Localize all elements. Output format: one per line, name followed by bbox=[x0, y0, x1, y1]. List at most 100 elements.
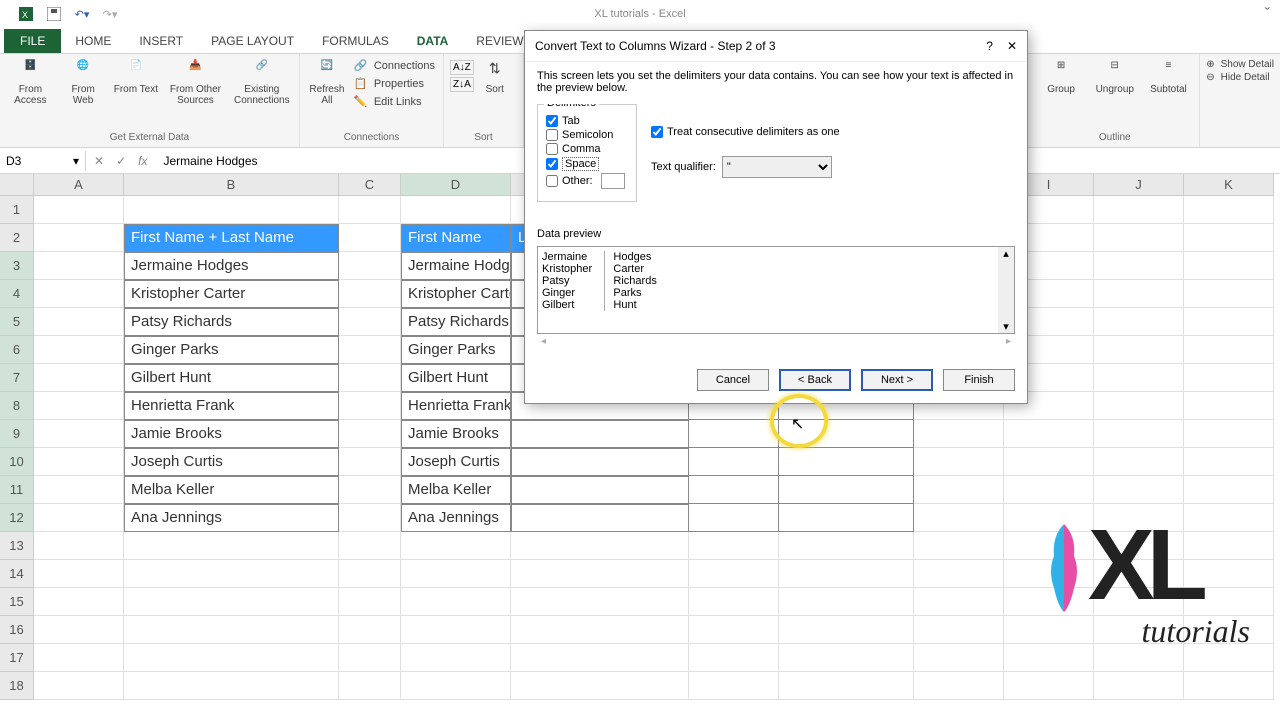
cell[interactable] bbox=[124, 532, 339, 560]
cell[interactable] bbox=[34, 560, 124, 588]
cell[interactable] bbox=[339, 280, 401, 308]
cell[interactable] bbox=[401, 532, 511, 560]
cell[interactable] bbox=[1094, 252, 1184, 280]
space-checkbox[interactable] bbox=[546, 158, 558, 170]
cell[interactable] bbox=[779, 644, 914, 672]
fx-icon[interactable]: fx bbox=[138, 154, 147, 168]
col-header-a[interactable]: A bbox=[34, 174, 124, 196]
cell[interactable] bbox=[339, 672, 401, 700]
cell[interactable] bbox=[1094, 364, 1184, 392]
cell[interactable]: Gilbert Hunt bbox=[124, 364, 339, 392]
finish-button[interactable]: Finish bbox=[943, 369, 1015, 391]
cell[interactable] bbox=[34, 224, 124, 252]
cell[interactable] bbox=[34, 672, 124, 700]
cell[interactable] bbox=[1184, 224, 1274, 252]
cell[interactable] bbox=[1184, 196, 1274, 224]
row-header[interactable]: 11 bbox=[0, 476, 34, 504]
cell[interactable] bbox=[511, 644, 689, 672]
cell[interactable] bbox=[339, 476, 401, 504]
cell[interactable] bbox=[511, 588, 689, 616]
cell[interactable] bbox=[914, 644, 1004, 672]
comma-checkbox[interactable] bbox=[546, 143, 558, 155]
cell[interactable] bbox=[914, 476, 1004, 504]
from-access-button[interactable]: 🗄️From Access bbox=[6, 58, 55, 108]
preview-scroll-right-icon[interactable]: ▸ bbox=[1006, 336, 1011, 347]
cell[interactable] bbox=[34, 336, 124, 364]
cell[interactable] bbox=[34, 616, 124, 644]
cell[interactable] bbox=[34, 420, 124, 448]
cell[interactable] bbox=[779, 672, 914, 700]
cell[interactable] bbox=[689, 448, 779, 476]
row-header[interactable]: 6 bbox=[0, 336, 34, 364]
cell[interactable] bbox=[779, 504, 914, 532]
cell[interactable]: Kristopher Carter bbox=[401, 280, 511, 308]
cell[interactable] bbox=[689, 420, 779, 448]
cell[interactable] bbox=[779, 560, 914, 588]
subtotal-button[interactable]: ≡Subtotal bbox=[1144, 58, 1194, 97]
col-header-c[interactable]: C bbox=[339, 174, 401, 196]
redo-icon[interactable]: ↷▾ bbox=[102, 6, 118, 22]
cell[interactable] bbox=[339, 616, 401, 644]
cell[interactable] bbox=[34, 476, 124, 504]
cell[interactable] bbox=[124, 616, 339, 644]
cell[interactable] bbox=[914, 616, 1004, 644]
cell[interactable]: Jermaine Hodges bbox=[401, 252, 511, 280]
tab-home[interactable]: HOME bbox=[61, 29, 125, 53]
cell[interactable] bbox=[1004, 476, 1094, 504]
cell[interactable]: Ginger Parks bbox=[124, 336, 339, 364]
cell[interactable]: Ginger Parks bbox=[401, 336, 511, 364]
group-button[interactable]: ⊞Group bbox=[1036, 58, 1086, 97]
cell[interactable] bbox=[339, 392, 401, 420]
other-delimiter-input[interactable] bbox=[601, 173, 625, 189]
cell[interactable]: Patsy Richards bbox=[401, 308, 511, 336]
cell[interactable]: Joseph Curtis bbox=[401, 448, 511, 476]
row-header[interactable]: 18 bbox=[0, 672, 34, 700]
cell[interactable] bbox=[779, 476, 914, 504]
connections-item[interactable]: 🔗Connections bbox=[352, 58, 437, 74]
cell[interactable] bbox=[339, 560, 401, 588]
cell[interactable] bbox=[914, 504, 1004, 532]
cell[interactable] bbox=[511, 672, 689, 700]
cell[interactable]: Joseph Curtis bbox=[124, 448, 339, 476]
cell[interactable]: Melba Keller bbox=[124, 476, 339, 504]
show-detail-item[interactable]: ⊕Show Detail bbox=[1204, 58, 1276, 71]
cell[interactable] bbox=[34, 532, 124, 560]
cell[interactable] bbox=[689, 588, 779, 616]
ungroup-button[interactable]: ⊟Ungroup bbox=[1090, 58, 1140, 97]
cell[interactable] bbox=[1184, 280, 1274, 308]
tab-file[interactable]: FILE bbox=[4, 29, 61, 53]
cell[interactable] bbox=[1184, 364, 1274, 392]
cell[interactable]: First Name bbox=[401, 224, 511, 252]
name-box[interactable]: D3▾ bbox=[0, 151, 86, 171]
col-header-b[interactable]: B bbox=[124, 174, 339, 196]
text-qualifier-select[interactable]: " bbox=[722, 156, 832, 178]
cell[interactable] bbox=[339, 336, 401, 364]
cell[interactable] bbox=[1094, 224, 1184, 252]
cell[interactable] bbox=[779, 616, 914, 644]
cell[interactable] bbox=[1094, 476, 1184, 504]
cell[interactable] bbox=[1184, 420, 1274, 448]
cell[interactable] bbox=[34, 644, 124, 672]
cell[interactable] bbox=[1184, 392, 1274, 420]
edit-links-item[interactable]: ✏️Edit Links bbox=[352, 94, 437, 110]
cell[interactable] bbox=[689, 644, 779, 672]
cell[interactable] bbox=[511, 420, 689, 448]
cell[interactable] bbox=[124, 560, 339, 588]
select-all-corner[interactable] bbox=[0, 174, 34, 196]
cell[interactable] bbox=[1184, 336, 1274, 364]
cell[interactable] bbox=[914, 588, 1004, 616]
sort-az-icon[interactable]: A↓Z bbox=[450, 60, 474, 75]
chevron-down-icon[interactable]: ▾ bbox=[73, 154, 79, 168]
cell[interactable] bbox=[401, 616, 511, 644]
row-header[interactable]: 15 bbox=[0, 588, 34, 616]
cell[interactable] bbox=[1184, 448, 1274, 476]
cell[interactable] bbox=[689, 616, 779, 644]
cell[interactable] bbox=[511, 616, 689, 644]
back-button[interactable]: < Back bbox=[779, 369, 851, 391]
cell[interactable] bbox=[1094, 280, 1184, 308]
cell[interactable]: Jamie Brooks bbox=[124, 420, 339, 448]
cell[interactable]: Henrietta Frank bbox=[124, 392, 339, 420]
refresh-all-button[interactable]: 🔄Refresh All bbox=[306, 58, 348, 108]
sort-button[interactable]: ⇅Sort bbox=[478, 58, 512, 97]
cell[interactable] bbox=[339, 644, 401, 672]
